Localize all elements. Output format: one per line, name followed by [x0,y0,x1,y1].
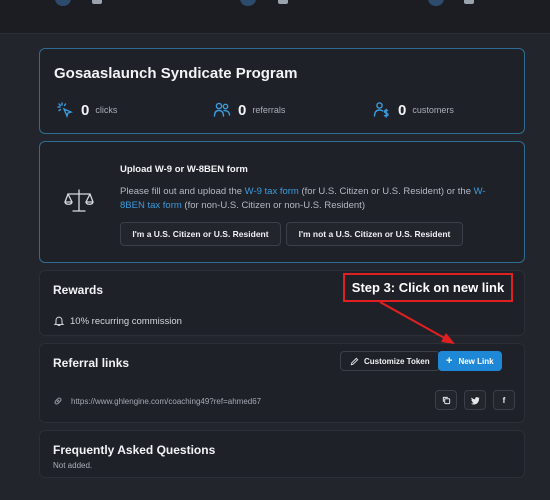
clicks-label: clicks [95,105,118,115]
tax-desc-text: (for non-U.S. Citizen or non-U.S. Reside… [181,200,365,211]
referrals-label: referrals [252,105,286,115]
clicks-count: 0 [81,101,90,119]
rewards-title: Rewards [53,283,104,297]
tax-desc-text: (for U.S. Citizen or U.S. Resident) or t… [298,186,474,197]
customize-token-button[interactable]: Customize Token [340,351,440,371]
referral-links-card: Referral links Customize Token + New Lin… [39,343,525,423]
bell-icon [53,316,65,327]
users-icon [213,102,231,117]
customers-count: 0 [398,101,407,119]
referrals-count: 0 [238,101,247,119]
stat-icon [428,0,444,6]
customers-label: customers [412,105,454,115]
scale-icon [64,189,94,212]
twitter-icon [470,396,480,404]
tax-form-description: Please fill out and upload the W-9 tax f… [120,185,490,213]
faq-empty-text: Not added. [53,461,93,470]
stat-referrals: 0 referrals [213,101,285,119]
stat-value [464,0,474,4]
tax-form-title: Upload W-9 or W-8BEN form [120,164,248,175]
tax-form-card: Upload W-9 or W-8BEN form Please fill ou… [39,141,525,263]
stat-value [278,0,288,4]
plus-icon: + [446,354,453,367]
facebook-share-button[interactable]: f [493,390,515,410]
cursor-click-icon [57,102,73,118]
reward-item: 10% recurring commission [53,315,182,327]
stat-clicks: 0 clicks [56,101,117,119]
referral-url[interactable]: https://www.ghlengine.com/coaching49?ref… [71,397,261,406]
faq-card: Frequently Asked Questions Not added. [39,430,525,478]
stat-value [92,0,102,4]
commission-text: 10% recurring commission [70,315,182,327]
stat-icon [240,0,256,6]
stat-icon [55,0,71,6]
program-card: Gosaaslaunch Syndicate Program 0 clicks … [39,48,525,134]
customer-dollar-icon [373,102,389,118]
step-annotation: Step 3: Click on new link [343,273,513,302]
faq-title: Frequently Asked Questions [53,443,216,457]
pencil-icon [350,357,359,365]
copy-icon [442,396,450,404]
stat-customers: 0 customers [373,101,454,119]
us-citizen-button[interactable]: I'm a U.S. Citizen or U.S. Resident [120,222,281,246]
link-icon [54,397,62,405]
new-link-label: New Link [458,356,494,366]
customize-token-label: Customize Token [364,356,430,366]
facebook-icon: f [502,395,506,405]
twitter-share-button[interactable] [464,390,486,410]
tax-desc-text: Please fill out and upload the [120,186,245,197]
non-us-citizen-button[interactable]: I'm not a U.S. Citizen or U.S. Resident [286,222,463,246]
copy-link-button[interactable] [435,390,457,410]
referral-links-title: Referral links [53,356,130,370]
referral-link-row: https://www.ghlengine.com/coaching49?ref… [53,396,261,406]
program-title: Gosaaslaunch Syndicate Program [54,65,298,82]
top-stats-strip [0,0,550,34]
new-link-button[interactable]: + New Link [438,351,502,371]
w9-form-link[interactable]: W-9 tax form [245,186,299,197]
